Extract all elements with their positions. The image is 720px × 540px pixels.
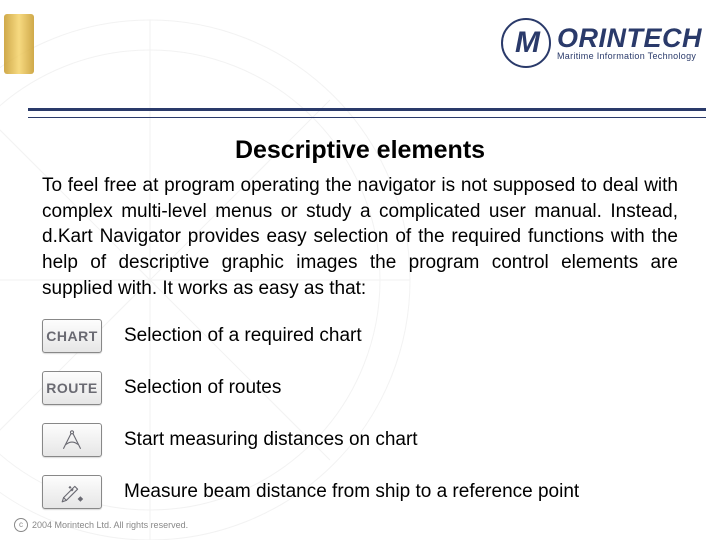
list-item: CHART Selection of a required chart [42,319,678,353]
compass-divider-icon [58,428,86,452]
logo-mark: M [501,18,551,68]
logo-name: ORINTECH [557,26,702,50]
route-button-label: ROUTE [46,380,98,396]
list-item: ROUTE Selection of routes [42,371,678,405]
measure-distance-button[interactable] [42,423,102,457]
copyright-icon: c [14,518,28,532]
list-item: Measure beam distance from ship to a ref… [42,475,678,509]
item-label: Start measuring distances on chart [124,429,418,451]
item-label: Selection of routes [124,377,281,399]
header-rules [28,108,706,118]
chart-button-label: CHART [46,328,98,344]
logo-letter: M [515,26,537,60]
header: M ORINTECH Maritime Information Technolo… [0,0,720,118]
item-label: Selection of a required chart [124,325,362,347]
logo: M ORINTECH Maritime Information Technolo… [501,18,702,68]
list-item: Start measuring distances on chart [42,423,678,457]
logo-tagline: Maritime Information Technology [557,52,702,60]
content: Descriptive elements To feel free at pro… [0,118,720,509]
gold-accent [4,14,34,74]
chart-button[interactable]: CHART [42,319,102,353]
page-title: Descriptive elements [42,136,678,165]
beam-distance-button[interactable] [42,475,102,509]
route-button[interactable]: ROUTE [42,371,102,405]
item-list: CHART Selection of a required chart ROUT… [42,319,678,509]
item-label: Measure beam distance from ship to a ref… [124,481,579,503]
body-paragraph: To feel free at program operating the na… [42,173,678,301]
beam-pencil-icon [58,480,86,504]
footer-text: 2004 Morintech Ltd. All rights reserved. [32,520,188,530]
footer: c 2004 Morintech Ltd. All rights reserve… [14,518,188,532]
